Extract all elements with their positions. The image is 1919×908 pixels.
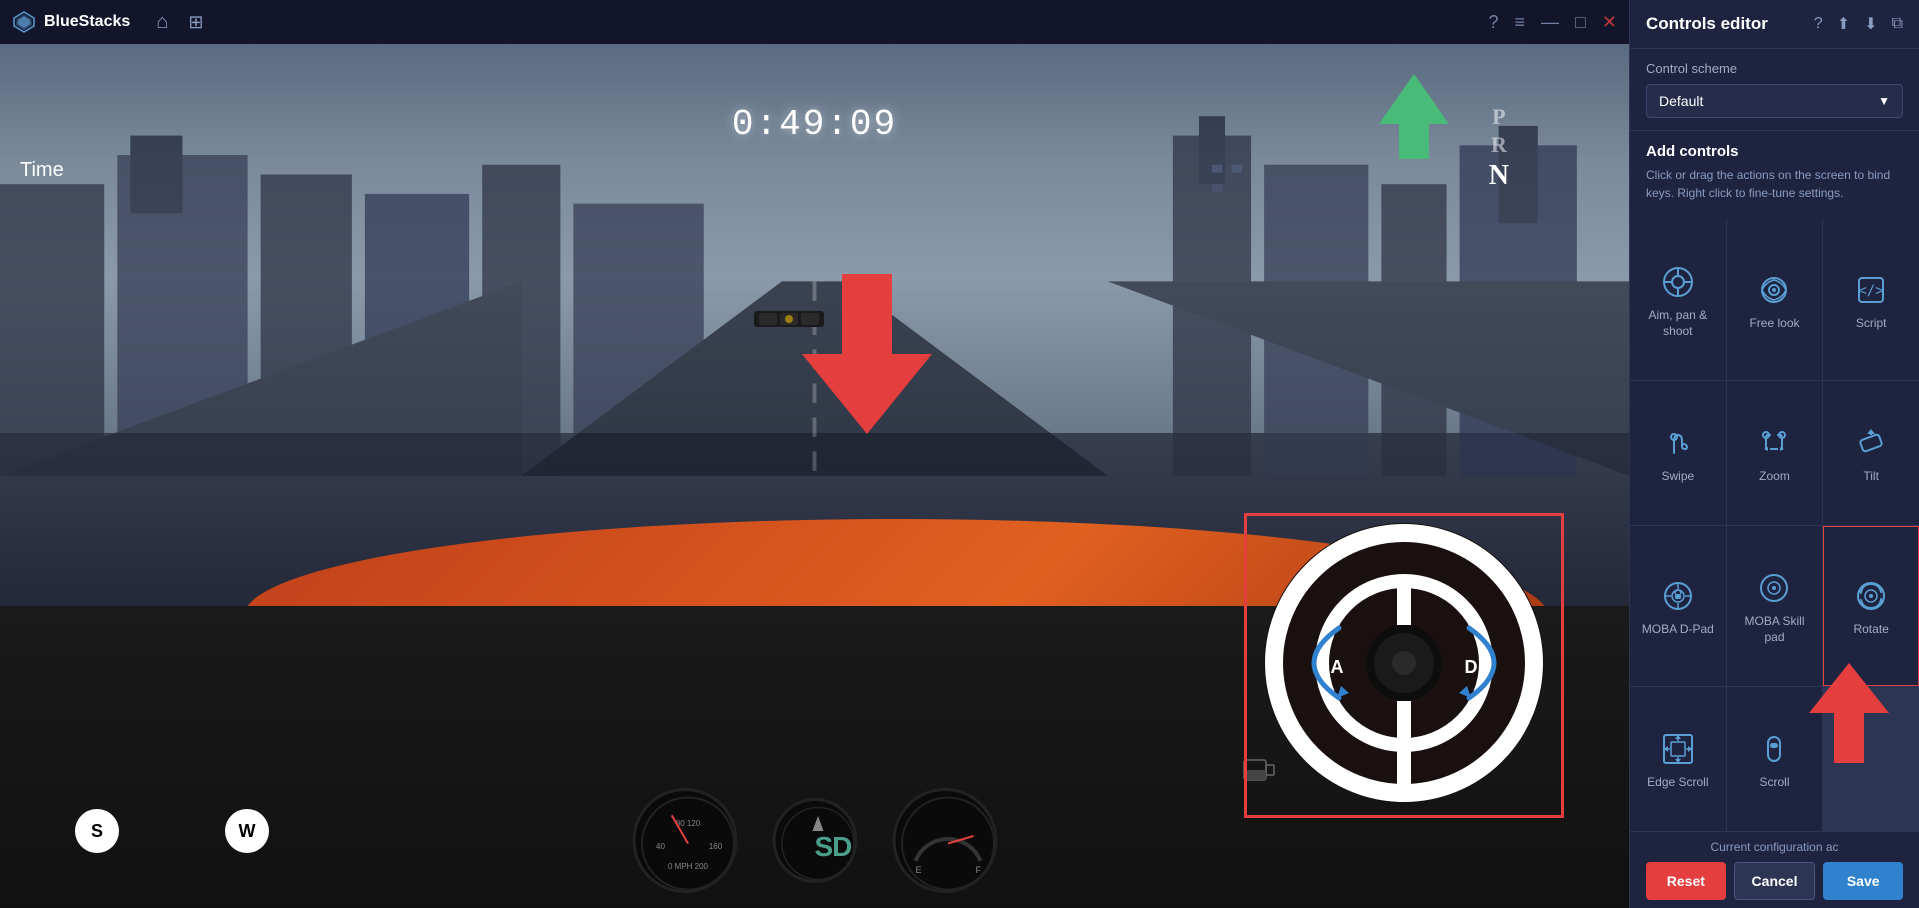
reset-button[interactable]: Reset (1646, 862, 1726, 900)
sd-watermark: SD (815, 831, 852, 863)
window-controls: ? ≡ — □ ✕ (1489, 12, 1618, 33)
help-icon[interactable]: ? (1489, 12, 1499, 33)
minimize-icon[interactable]: — (1541, 12, 1559, 33)
control-script[interactable]: </> Script (1823, 220, 1919, 380)
control-edge-scroll[interactable]: Edge Scroll (1630, 687, 1726, 831)
add-controls-title: Add controls (1646, 143, 1903, 160)
current-config-text: Current configuration ac (1646, 840, 1903, 854)
free-look-icon (1756, 272, 1792, 308)
scroll-icon (1756, 731, 1792, 767)
add-controls-desc: Click or drag the actions on the screen … (1646, 166, 1903, 202)
editor-header-icons: ? ⬆ ⬇ ⧉ (1814, 14, 1903, 34)
key-w: W (225, 809, 269, 853)
scheme-row: Default ▼ (1646, 84, 1903, 118)
editor-saveas-icon[interactable]: ⧉ (1892, 15, 1903, 33)
steering-wheel-overlay: A D (1259, 518, 1549, 808)
moba-skill-pad-label: MOBA Skill pad (1736, 614, 1814, 645)
svg-text:A: A (1331, 657, 1344, 677)
control-scroll[interactable]: Scroll (1727, 687, 1823, 831)
scheme-dropdown[interactable]: Default ▼ (1646, 84, 1903, 118)
rotate-icon (1853, 578, 1889, 614)
editor-title: Controls editor (1646, 14, 1768, 34)
control-zoom[interactable]: Zoom (1727, 381, 1823, 525)
control-swipe[interactable]: Swipe (1630, 381, 1726, 525)
editor-bottom: Current configuration ac Reset Cancel Sa… (1630, 831, 1919, 908)
top-bar: BlueStacks ⌂ ⊞ ? ≡ — □ ✕ (0, 0, 1629, 44)
swipe-label: Swipe (1661, 469, 1694, 485)
rotate-label: Rotate (1853, 622, 1888, 638)
control-aim-pan-shoot[interactable]: Aim, pan & shoot (1630, 220, 1726, 380)
logo-text: BlueStacks (44, 13, 130, 31)
save-button[interactable]: Save (1823, 862, 1903, 900)
game-scene: 0:49:09 Time P R N 80 120 (0, 44, 1629, 908)
gear-p: P (1492, 104, 1505, 130)
svg-text:80 120: 80 120 (675, 819, 700, 828)
svg-text:</>: </> (1859, 283, 1884, 299)
action-buttons: Reset Cancel Save (1646, 862, 1903, 900)
scheme-label: Control scheme (1646, 61, 1903, 76)
key-s: S (75, 809, 119, 853)
scroll-label: Scroll (1759, 775, 1789, 791)
hamburger-icon[interactable]: ≡ (1515, 12, 1526, 33)
edge-scroll-label: Edge Scroll (1647, 775, 1708, 791)
script-label: Script (1856, 316, 1887, 332)
tilt-label: Tilt (1863, 469, 1879, 485)
svg-text:E: E (915, 865, 921, 875)
zoom-icon (1756, 425, 1792, 461)
gear-r: R (1491, 132, 1507, 158)
script-icon: </> (1853, 272, 1889, 308)
svg-text:D: D (1465, 657, 1478, 677)
free-look-label: Free look (1749, 316, 1799, 332)
logo-icon (12, 10, 36, 34)
editor-export-icon[interactable]: ⬇ (1864, 14, 1877, 34)
control-tilt[interactable]: Tilt (1823, 381, 1919, 525)
svg-text:160: 160 (708, 842, 722, 851)
control-moba-dpad[interactable]: MOBA D-Pad (1630, 526, 1726, 686)
close-icon[interactable]: ✕ (1602, 12, 1617, 33)
control-moba-skill-pad[interactable]: MOBA Skill pad (1727, 526, 1823, 686)
moba-skill-pad-icon (1756, 570, 1792, 606)
zoom-label: Zoom (1759, 469, 1790, 485)
scheme-value: Default (1659, 93, 1703, 109)
right-gauge: E F (892, 788, 997, 893)
steering-wheel-svg: A D (1259, 518, 1549, 808)
timer-display: 0:49:09 (732, 104, 897, 145)
gear-prnd: P R N (1489, 104, 1509, 192)
aim-pan-shoot-icon (1660, 264, 1696, 300)
editor-header: Controls editor ? ⬆ ⬇ ⧉ (1630, 0, 1919, 49)
moba-dpad-icon (1660, 578, 1696, 614)
green-arrow (1379, 74, 1449, 159)
moba-dpad-label: MOBA D-Pad (1642, 622, 1714, 638)
svg-text:0 MPH 200: 0 MPH 200 (667, 862, 708, 871)
add-controls-section: Add controls Click or drag the actions o… (1630, 131, 1919, 220)
gear-n: N (1489, 160, 1509, 192)
svg-text:F: F (975, 865, 981, 875)
svg-text:40: 40 (656, 842, 665, 851)
cancel-button[interactable]: Cancel (1734, 862, 1816, 900)
editor-help-icon[interactable]: ? (1814, 15, 1823, 33)
scheme-section: Control scheme Default ▼ (1630, 49, 1919, 131)
chevron-down-icon: ▼ (1878, 94, 1890, 108)
red-arrow-up-editor (1809, 663, 1889, 768)
red-arrow-down (802, 274, 932, 439)
home-icon[interactable]: ⌂ (156, 11, 168, 34)
editor-import-icon[interactable]: ⬆ (1837, 14, 1850, 34)
control-free-look[interactable]: Free look (1727, 220, 1823, 380)
grid-icon[interactable]: ⊞ (188, 12, 203, 33)
tilt-icon (1853, 425, 1889, 461)
aim-pan-shoot-label: Aim, pan & shoot (1639, 308, 1717, 339)
time-label: Time (20, 159, 64, 182)
left-gauge: 80 120 40 160 0 MPH 200 (632, 788, 737, 893)
edge-scroll-icon (1660, 731, 1696, 767)
bluestacks-logo: BlueStacks (12, 10, 130, 34)
controls-editor: Controls editor ? ⬆ ⬇ ⧉ Control scheme D… (1629, 0, 1919, 908)
control-rotate[interactable]: Rotate (1823, 526, 1919, 686)
swipe-icon (1660, 425, 1696, 461)
maximize-icon[interactable]: □ (1575, 12, 1586, 33)
